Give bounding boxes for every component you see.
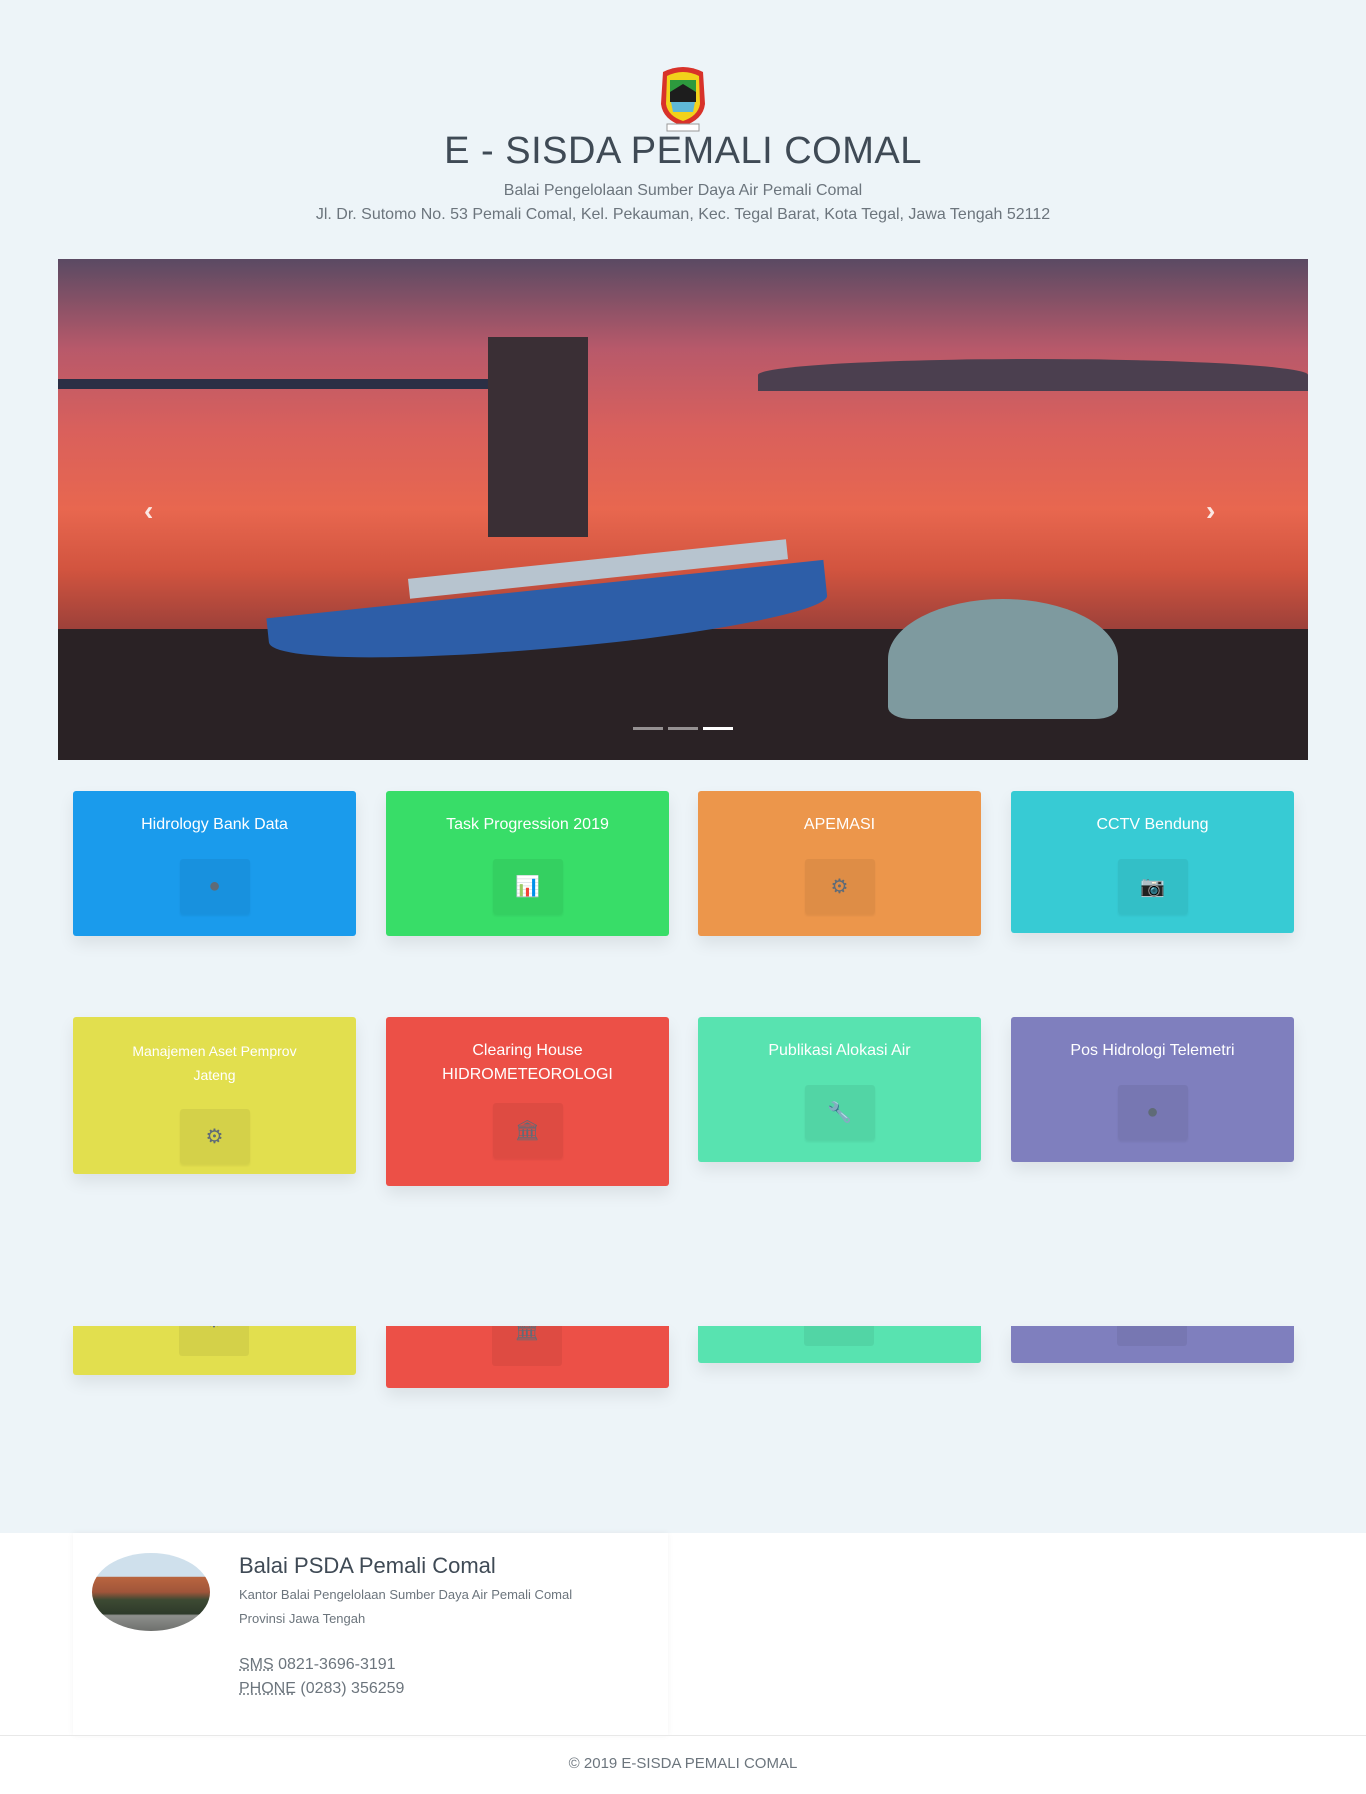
app-card-hidrology-bank-data[interactable]: Hidrology Bank Data ●: [73, 791, 356, 936]
phone-number: (0283) 356259: [300, 1680, 405, 1697]
footer-divider: [0, 1735, 1366, 1736]
subtitle: Balai Pengelolaan Sumber Daya Air Pemali…: [503, 182, 863, 199]
office-province: Provinsi Jawa Tengah: [239, 1611, 366, 1626]
camera-icon[interactable]: 📷: [1117, 859, 1188, 914]
phone-label: PHONE: [239, 1680, 296, 1697]
sms-label: SMS: [239, 1656, 274, 1673]
globe-icon[interactable]: ●: [1117, 1326, 1187, 1346]
office-description: Kantor Balai Pengelolaan Sumber Daya Air…: [239, 1587, 573, 1602]
central-java-emblem-logo: [661, 67, 705, 132]
app-card-duplicate[interactable]: ●: [1011, 1326, 1294, 1363]
wrench-icon[interactable]: 🔧: [804, 1326, 874, 1346]
app-card-duplicate[interactable]: ⚙: [73, 1326, 356, 1375]
carousel-prev-arrow[interactable]: ‹: [144, 495, 153, 527]
gear-icon[interactable]: ⚙: [179, 1326, 249, 1356]
page-title: E - SISDA PEMALI COMAL: [444, 130, 922, 172]
app-card-cctv-bendung[interactable]: CCTV Bendung 📷: [1011, 791, 1294, 933]
address: Jl. Dr. Sutomo No. 53 Pemali Comal, Kel.…: [315, 206, 1051, 223]
office-photo: [92, 1553, 210, 1631]
card-title: Clearing House HIDROMETEOROLOGI: [442, 1042, 613, 1083]
copyright: © 2019 E-SISDA PEMALI COMAL: [568, 1755, 798, 1772]
card-title: Pos Hidrologi Telemetri: [1070, 1042, 1235, 1059]
gears-icon[interactable]: ⚙: [804, 859, 875, 914]
card-title: Hidrology Bank Data: [141, 816, 288, 833]
office-name: Balai PSDA Pemali Comal: [239, 1553, 496, 1578]
app-card-pos-hidrologi-telemetri[interactable]: Pos Hidrologi Telemetri ●: [1011, 1017, 1294, 1162]
sms-contact: SMS 0821-3696-3191: [239, 1656, 396, 1674]
app-card-duplicate[interactable]: 🏛: [386, 1326, 669, 1388]
sms-number: 0821-3696-3191: [278, 1656, 396, 1673]
phone-contact: PHONE (0283) 356259: [239, 1680, 404, 1698]
bank-icon[interactable]: 🏛: [492, 1326, 562, 1366]
bank-icon[interactable]: 🏛: [492, 1103, 563, 1158]
carousel-next-arrow[interactable]: ›: [1206, 495, 1215, 527]
app-card-publikasi-alokasi-air[interactable]: Publikasi Alokasi Air 🔧: [698, 1017, 981, 1162]
card-title: Task Progression 2019: [446, 816, 609, 833]
card-title: APEMASI: [803, 816, 876, 833]
globe-icon[interactable]: ●: [1117, 1085, 1188, 1140]
app-card-clearing-house-hidrometeorologi[interactable]: Clearing House HIDROMETEOROLOGI 🏛: [386, 1017, 669, 1186]
card-title: Publikasi Alokasi Air: [768, 1042, 911, 1059]
carousel-indicator-1[interactable]: [633, 727, 663, 730]
bar-chart-icon[interactable]: 📊: [492, 859, 563, 914]
app-card-manajemen-aset-pemprov-jateng[interactable]: Manajemen Aset Pemprov Jateng ⚙: [73, 1017, 356, 1174]
tint-icon[interactable]: ●: [179, 859, 250, 914]
app-card-apemasi[interactable]: APEMASI ⚙: [698, 791, 981, 936]
card-title: Manajemen Aset Pemprov Jateng: [132, 1043, 297, 1083]
app-card-task-progression-2019[interactable]: Task Progression 2019 📊: [386, 791, 669, 936]
carousel-indicator-2[interactable]: [668, 727, 698, 730]
gear-icon[interactable]: ⚙: [179, 1109, 250, 1164]
wrench-icon[interactable]: 🔧: [804, 1085, 875, 1140]
image-carousel[interactable]: ‹ ›: [58, 259, 1308, 760]
carousel-indicator-3[interactable]: [703, 727, 733, 730]
app-card-duplicate[interactable]: 🔧: [698, 1326, 981, 1363]
card-title: CCTV Bendung: [1096, 816, 1209, 833]
